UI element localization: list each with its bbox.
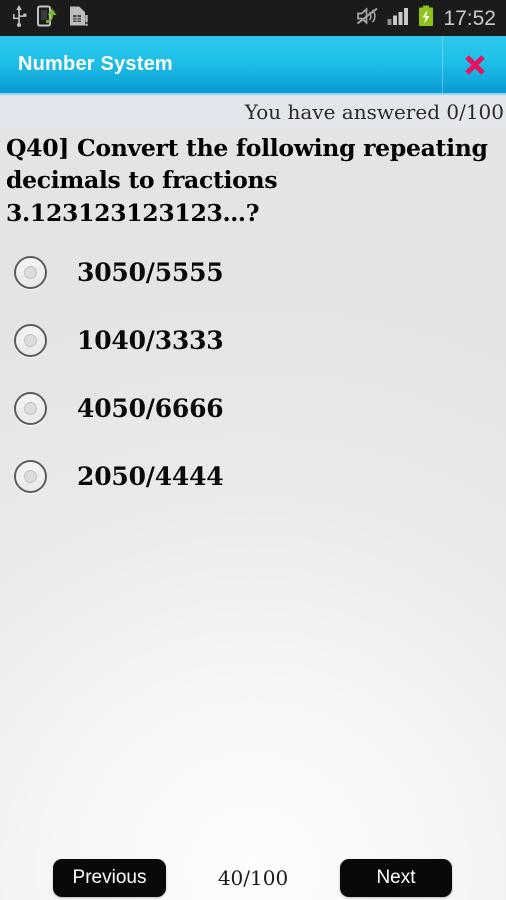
radio-dot-icon: [24, 333, 37, 347]
sound-mute-icon: [356, 6, 380, 31]
radio-button-1[interactable]: [14, 255, 47, 289]
option-label-3: 4050/6666: [77, 393, 224, 423]
radio-dot-icon: [24, 265, 37, 279]
close-x-icon: [462, 52, 488, 78]
radio-button-3[interactable]: [14, 391, 47, 425]
radio-dot-icon: [24, 401, 37, 415]
radio-button-4[interactable]: [14, 459, 47, 493]
option-row-1[interactable]: 3050/5555: [0, 238, 506, 306]
options-list: 3050/5555 1040/3333 4050/6666 2050/4444: [0, 238, 506, 510]
previous-button[interactable]: Previous: [53, 859, 166, 897]
quiz-content-area: Q40] Convert the following repeating dec…: [0, 128, 506, 900]
status-bar: 17:52: [0, 0, 506, 36]
signal-bars-icon: [387, 6, 411, 31]
option-row-3[interactable]: 4050/6666: [0, 374, 506, 442]
app-screen: 17:52 Number System You have answered 0/…: [0, 0, 506, 900]
app-title-bar: Number System: [0, 36, 506, 93]
navigation-footer: Previous 40/100 Next: [0, 859, 506, 900]
option-label-1: 3050/5555: [77, 257, 224, 287]
usb-icon: [10, 4, 28, 32]
next-button[interactable]: Next: [340, 859, 452, 897]
app-title: Number System: [18, 53, 173, 75]
status-bar-clock: 17:52: [443, 6, 496, 30]
status-bar-left-icons: [0, 4, 88, 32]
answered-status-band: You have answered 0/100: [0, 95, 506, 128]
battery-charging-icon: [418, 5, 434, 32]
close-button[interactable]: [442, 36, 506, 93]
answered-status-text: You have answered 0/100: [244, 99, 504, 124]
option-row-4[interactable]: 2050/4444: [0, 442, 506, 510]
radio-dot-icon: [24, 469, 37, 483]
option-label-4: 2050/4444: [77, 461, 224, 491]
sim-card-alert-icon: [68, 5, 88, 32]
phone-transfer-icon: [37, 5, 59, 32]
radio-button-2[interactable]: [14, 323, 47, 357]
status-bar-right-icons: 17:52: [356, 5, 506, 32]
question-text: Q40] Convert the following repeating dec…: [6, 134, 488, 227]
option-row-2[interactable]: 1040/3333: [0, 306, 506, 374]
option-label-2: 1040/3333: [77, 325, 224, 355]
